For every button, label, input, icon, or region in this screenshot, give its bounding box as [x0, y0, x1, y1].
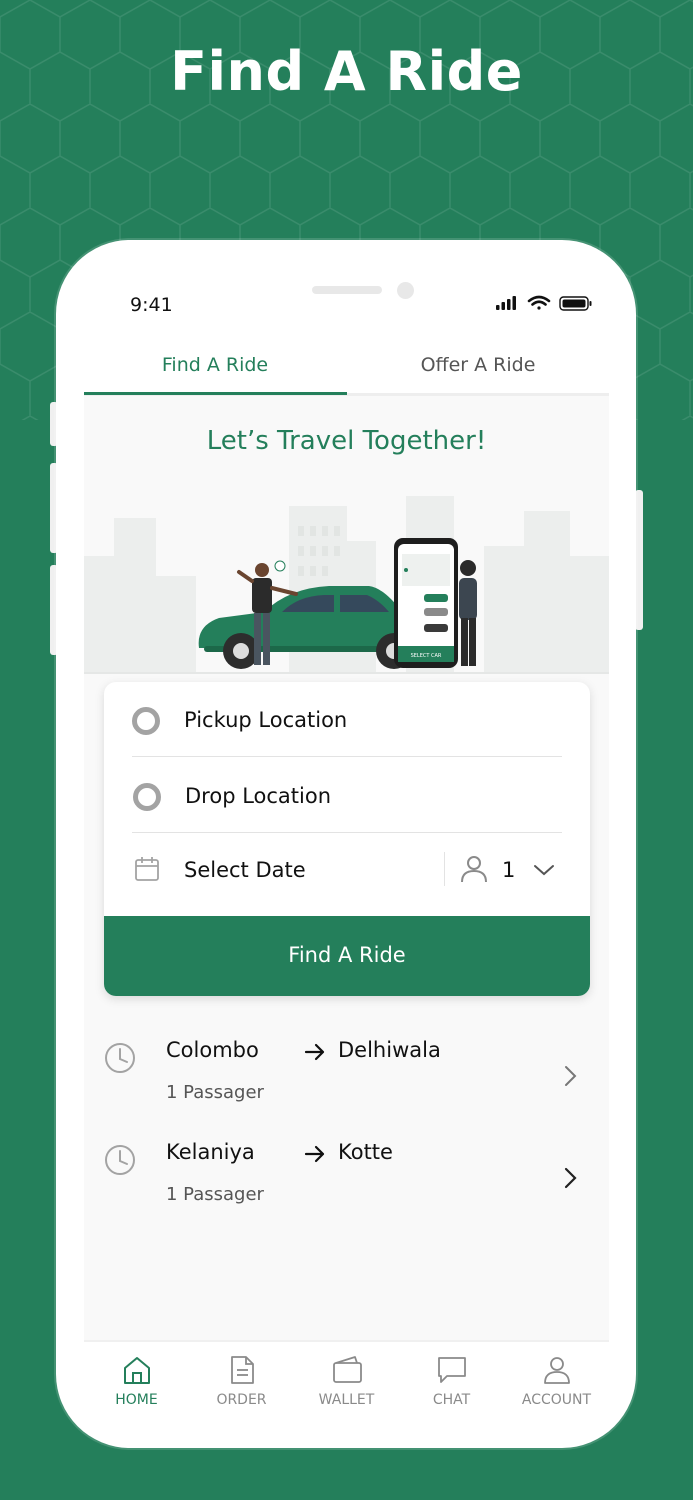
active-tab-indicator: [84, 392, 347, 395]
ride-to: Delhiwala: [338, 1038, 441, 1062]
bottom-navigation: HOME ORDER WALLET CHAT ACCOUNT: [84, 1340, 609, 1410]
chat-icon: [438, 1357, 466, 1383]
document-icon: [231, 1356, 254, 1384]
clock-icon: [105, 1145, 135, 1175]
nav-order[interactable]: ORDER: [189, 1342, 294, 1412]
wifi-icon: [527, 295, 551, 310]
passenger-count[interactable]: 1: [502, 858, 515, 882]
select-date-field[interactable]: Select Date: [184, 858, 306, 882]
main-content: Let’s Travel Together! SELECT CAR Pickup…: [84, 396, 609, 1341]
drop-location-field[interactable]: Drop Location: [104, 758, 590, 833]
arrow-right-icon: [304, 1043, 325, 1061]
nav-chat-label: CHAT: [432, 1392, 471, 1408]
front-camera: [397, 282, 414, 299]
ride-to: Kotte: [338, 1140, 393, 1164]
tagline: Let’s Travel Together!: [206, 426, 487, 456]
date-passenger-row: Select Date 1: [104, 834, 590, 902]
nav-order-label: ORDER: [216, 1392, 267, 1408]
tab-find-a-ride[interactable]: Find A Ride: [84, 344, 346, 394]
nav-home[interactable]: HOME: [84, 1342, 189, 1412]
nav-home-label: HOME: [115, 1392, 158, 1408]
nav-wallet[interactable]: WALLET: [294, 1342, 399, 1412]
battery-icon: [559, 296, 592, 311]
nav-account[interactable]: ACCOUNT: [504, 1342, 609, 1412]
calendar-icon[interactable]: [134, 856, 160, 882]
recent-ride-item[interactable]: Kelaniya Kotte 1 Passager: [84, 1130, 609, 1220]
nav-wallet-label: WALLET: [318, 1392, 375, 1408]
pickup-radio-icon: [132, 707, 160, 735]
ground: [84, 672, 609, 674]
nav-chat[interactable]: CHAT: [399, 1342, 504, 1412]
pickup-location-label: Pickup Location: [184, 708, 348, 732]
drop-radio-icon: [133, 783, 161, 811]
chevron-right-icon[interactable]: [562, 1166, 578, 1190]
status-icons: [496, 295, 592, 311]
app-screen: 9:41 Find A Ride Offer A Ride Let’s Trav…: [84, 280, 609, 1410]
passenger-icon: [461, 856, 487, 883]
arrow-right-icon: [304, 1145, 325, 1163]
headline: Find A Ride: [170, 40, 523, 103]
smartphone-illustration: SELECT CAR: [394, 538, 458, 668]
chevron-right-icon[interactable]: [562, 1064, 578, 1088]
ride-from: Colombo: [166, 1038, 259, 1062]
phone-side-button: [635, 490, 643, 630]
nav-account-label: ACCOUNT: [521, 1392, 592, 1408]
pickup-location-field[interactable]: Pickup Location: [104, 682, 590, 757]
user-icon: [544, 1357, 570, 1384]
ride-passengers: 1 Passager: [166, 1184, 264, 1205]
hero-illustration: SELECT CAR: [84, 496, 609, 674]
chevron-down-icon[interactable]: [532, 862, 556, 878]
vertical-divider: [444, 852, 445, 886]
tab-offer-a-ride[interactable]: Offer A Ride: [347, 344, 609, 394]
find-a-ride-button[interactable]: Find A Ride: [104, 916, 590, 996]
home-icon: [124, 1357, 150, 1384]
woman-figure: [459, 560, 477, 666]
drop-location-label: Drop Location: [185, 784, 332, 808]
ride-from: Kelaniya: [166, 1140, 255, 1164]
search-form-card: Pickup Location Drop Location Select Dat…: [104, 682, 590, 996]
ride-passengers: 1 Passager: [166, 1082, 264, 1103]
status-time: 9:41: [130, 294, 173, 316]
signal-icon: [496, 296, 516, 310]
wallet-icon: [333, 1356, 362, 1383]
divider: [132, 756, 562, 757]
svg-text:SELECT CAR: SELECT CAR: [411, 653, 442, 659]
divider: [132, 832, 562, 833]
clock-icon: [105, 1043, 135, 1073]
speaker-grille: [312, 286, 382, 294]
recent-ride-item[interactable]: Colombo Delhiwala 1 Passager: [84, 1028, 609, 1118]
ride-tabs: Find A Ride Offer A Ride: [84, 344, 609, 396]
